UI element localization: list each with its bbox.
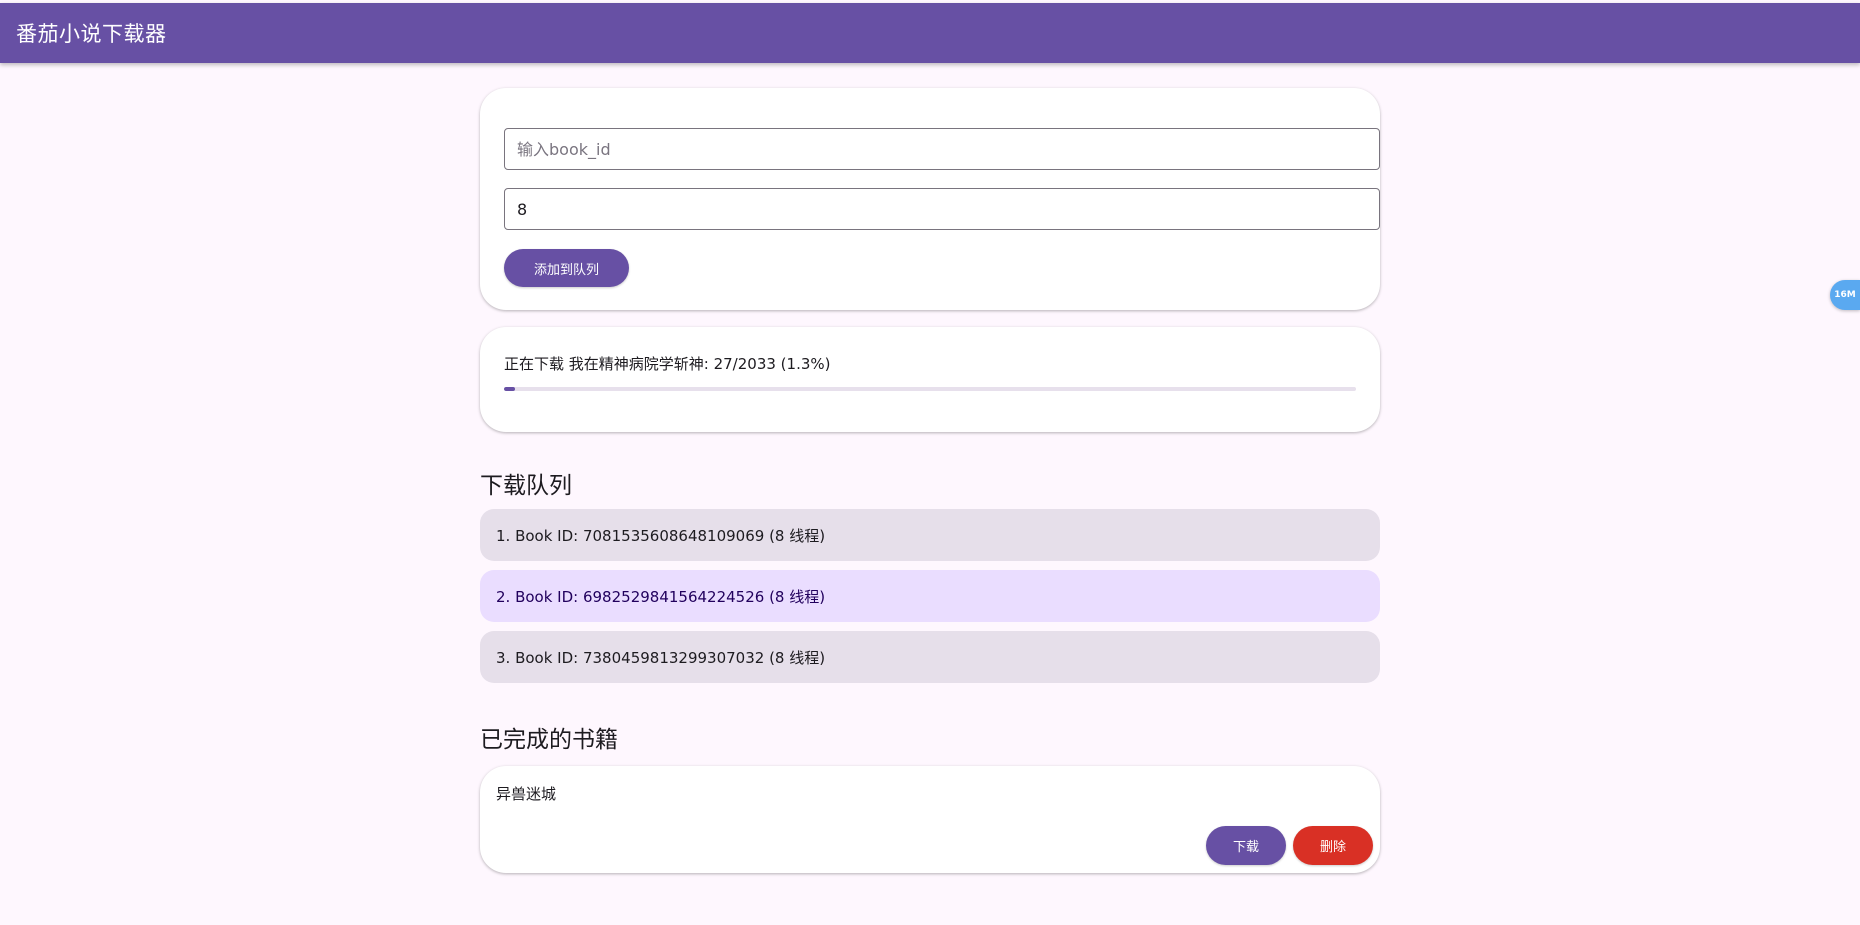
queue-item[interactable]: 3. Book ID: 7380459813299307032 (8 线程) <box>480 631 1380 683</box>
progress-bar <box>504 387 1356 391</box>
delete-button[interactable]: 删除 <box>1293 826 1373 865</box>
queue-item-label: 1. Book ID: 7081535608648109069 (8 线程) <box>496 526 826 545</box>
queue-item[interactable]: 1. Book ID: 7081535608648109069 (8 线程) <box>480 509 1380 561</box>
download-progress-card: 正在下载 我在精神病院学斩神: 27/2033 (1.3%) <box>480 327 1380 432</box>
thread-count-input[interactable] <box>504 188 1380 230</box>
download-button[interactable]: 下载 <box>1206 826 1286 865</box>
app-title: 番茄小说下载器 <box>16 22 167 46</box>
queue-item-label: 2. Book ID: 6982529841564224526 (8 线程) <box>496 587 826 606</box>
app-bar: 番茄小说下载器 <box>0 3 1860 63</box>
completed-section-title: 已完成的书籍 <box>480 727 618 753</box>
queue-section-title: 下载队列 <box>480 473 572 499</box>
add-book-card: 添加到队列 <box>480 88 1380 310</box>
completed-book-name: 异兽迷城 <box>496 785 557 803</box>
progress-bar-fill <box>504 387 516 391</box>
book-id-input[interactable] <box>504 128 1380 170</box>
queue-item[interactable]: 2. Book ID: 6982529841564224526 (8 线程) <box>480 570 1380 622</box>
queue-item-label: 3. Book ID: 7380459813299307032 (8 线程) <box>496 648 826 667</box>
add-to-queue-button[interactable]: 添加到队列 <box>504 249 629 287</box>
completed-book-card: 异兽迷城 下载 删除 <box>480 766 1380 873</box>
progress-status-text: 正在下载 我在精神病院学斩神: 27/2033 (1.3%) <box>504 355 831 373</box>
floating-memory-badge[interactable]: 16M <box>1830 280 1860 310</box>
